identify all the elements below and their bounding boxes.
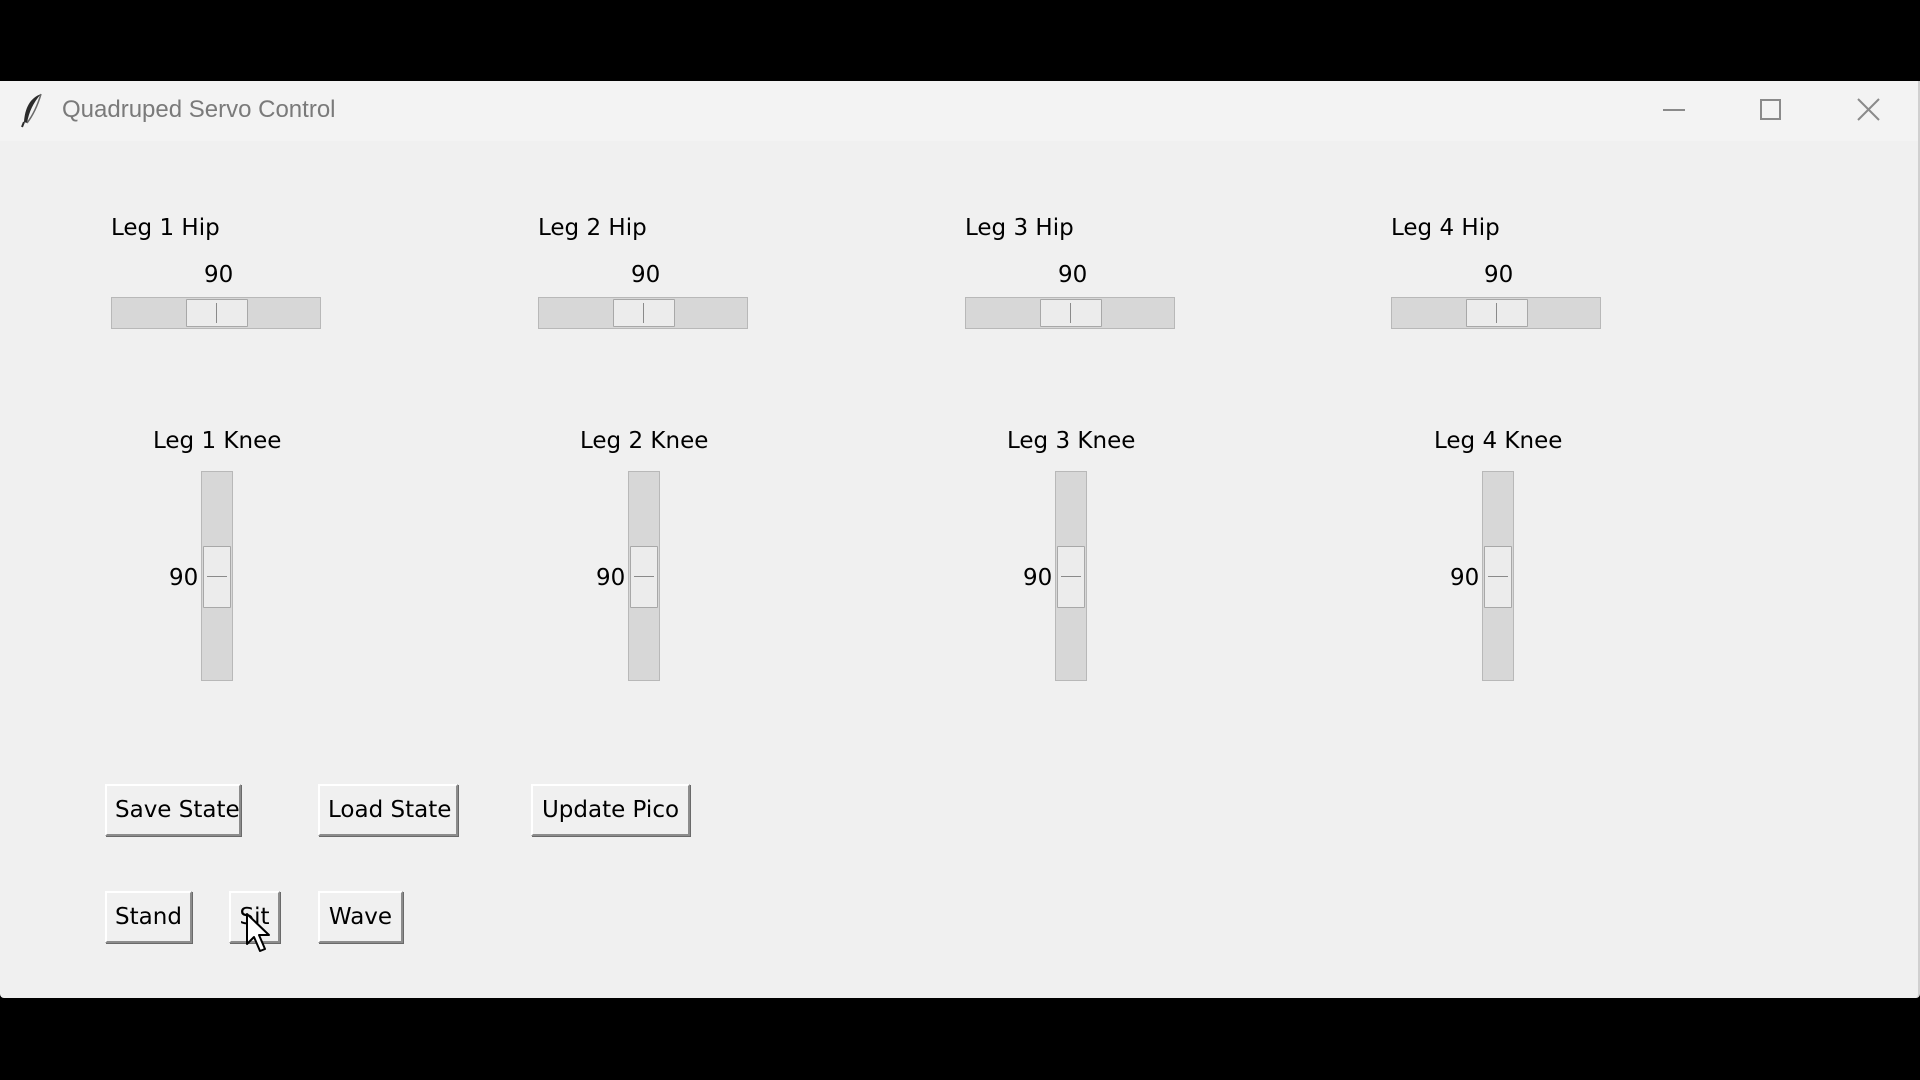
maximize-icon xyxy=(1760,99,1781,120)
minimize-icon xyxy=(1663,109,1685,111)
load-state-button[interactable]: Load State xyxy=(318,784,458,836)
knee-label-3: Leg 3 Knee xyxy=(1007,428,1136,454)
knee-label-4: Leg 4 Knee xyxy=(1434,428,1563,454)
title-bar[interactable]: Quadruped Servo Control xyxy=(0,81,1918,141)
stand-button[interactable]: Stand xyxy=(105,891,192,943)
window-title: Quadruped Servo Control xyxy=(62,96,336,123)
hip-label-1: Leg 1 Hip xyxy=(111,215,220,241)
knee-slider-1[interactable] xyxy=(201,471,233,681)
slider-thumb[interactable] xyxy=(203,546,231,608)
feather-icon xyxy=(20,92,46,128)
maximize-button[interactable] xyxy=(1726,81,1816,141)
knee-slider-2[interactable] xyxy=(628,471,660,681)
slider-thumb[interactable] xyxy=(186,299,248,327)
knee-label-2: Leg 2 Knee xyxy=(580,428,709,454)
hip-value-2: 90 xyxy=(631,262,661,288)
minimize-button[interactable] xyxy=(1630,81,1720,141)
hip-label-3: Leg 3 Hip xyxy=(965,215,1074,241)
knee-value-1: 90 xyxy=(169,565,199,591)
hip-label-2: Leg 2 Hip xyxy=(538,215,647,241)
knee-value-4: 90 xyxy=(1450,565,1480,591)
hip-slider-2[interactable] xyxy=(538,297,748,329)
knee-label-1: Leg 1 Knee xyxy=(153,428,282,454)
slider-thumb[interactable] xyxy=(1484,546,1512,608)
hip-value-4: 90 xyxy=(1484,262,1514,288)
update-pico-button[interactable]: Update Pico xyxy=(531,784,690,836)
hip-slider-4[interactable] xyxy=(1391,297,1601,329)
slider-thumb[interactable] xyxy=(1040,299,1102,327)
hip-label-4: Leg 4 Hip xyxy=(1391,215,1500,241)
hip-value-1: 90 xyxy=(204,262,234,288)
sit-button[interactable]: Sit xyxy=(229,891,280,943)
app-window: Quadruped Servo Control Leg 1 Hip 90 Leg… xyxy=(0,81,1920,998)
hip-slider-1[interactable] xyxy=(111,297,321,329)
slider-thumb[interactable] xyxy=(630,546,658,608)
slider-thumb[interactable] xyxy=(1057,546,1085,608)
knee-slider-3[interactable] xyxy=(1055,471,1087,681)
wave-button[interactable]: Wave xyxy=(318,891,403,943)
hip-value-3: 90 xyxy=(1058,262,1088,288)
knee-value-2: 90 xyxy=(596,565,626,591)
close-button[interactable] xyxy=(1824,81,1914,141)
hip-slider-3[interactable] xyxy=(965,297,1175,329)
slider-thumb[interactable] xyxy=(613,299,675,327)
save-state-button[interactable]: Save State xyxy=(105,784,241,836)
slider-thumb[interactable] xyxy=(1466,299,1528,327)
knee-value-3: 90 xyxy=(1023,565,1053,591)
close-icon xyxy=(1857,98,1880,121)
knee-slider-4[interactable] xyxy=(1482,471,1514,681)
